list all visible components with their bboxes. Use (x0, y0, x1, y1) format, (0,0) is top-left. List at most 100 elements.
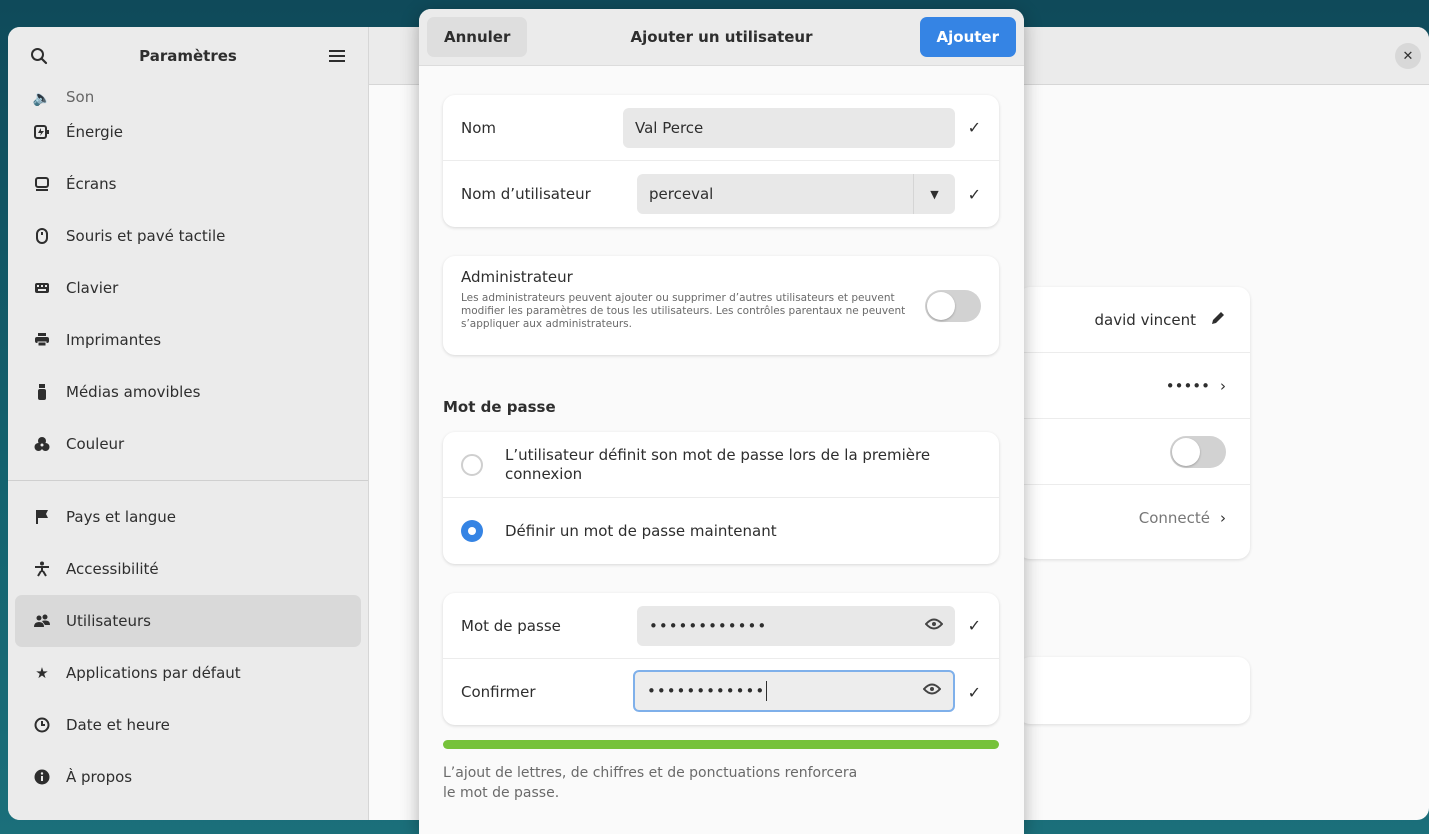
confirm-label: Confirmer (461, 683, 536, 701)
sidebar-item-label: Accessibilité (66, 560, 159, 578)
sidebar-header: Paramètres (8, 27, 368, 85)
sidebar-item-removable-media[interactable]: Médias amovibles (15, 366, 361, 418)
admin-description: Les administrateurs peuvent ajouter ou s… (461, 292, 906, 330)
checkmark-icon: ✓ (967, 616, 981, 635)
sidebar-item-label: Son (66, 88, 95, 106)
name-field[interactable]: Val Perce (623, 108, 955, 148)
sidebar-item-keyboard[interactable]: Clavier (15, 262, 361, 314)
add-button[interactable]: Ajouter (919, 17, 1016, 57)
speaker-icon: 🔈 (32, 89, 52, 106)
sidebar-separator (8, 480, 368, 481)
checkmark-icon: ✓ (967, 682, 981, 702)
battery-icon (34, 124, 50, 140)
search-icon[interactable] (26, 43, 52, 69)
sidebar-item-energy[interactable]: Énergie (15, 106, 361, 158)
pencil-icon[interactable] (1210, 310, 1226, 330)
users-icon (34, 613, 50, 629)
confirm-field[interactable]: •••••••••••• (633, 670, 955, 712)
name-label: Nom (461, 118, 497, 137)
user-activity-row[interactable]: Connecté › (1018, 485, 1250, 551)
add-user-dialog: Annuler Ajouter un utilisateur Ajouter N… (419, 9, 1024, 834)
name-row: Nom Val Perce ✓ (443, 95, 999, 161)
option-later-label: L’utilisateur définit son mot de passe l… (505, 445, 931, 483)
option-now-row[interactable]: Définir un mot de passe maintenant (443, 498, 999, 564)
mouse-icon (34, 228, 50, 244)
sidebar-item-printers[interactable]: Imprimantes (15, 314, 361, 366)
sidebar: Paramètres 🔈 Son Énergie Écrans Souris e… (8, 27, 369, 820)
close-button[interactable]: ✕ (1395, 43, 1421, 69)
sidebar-item-label: Date et heure (66, 716, 170, 734)
sidebar-item-label: Souris et pavé tactile (66, 227, 226, 245)
user-status: Connecté (1138, 509, 1210, 527)
text-cursor (766, 681, 768, 701)
password-field[interactable]: •••••••••••• (637, 606, 955, 646)
identity-card: Nom Val Perce ✓ Nom d’utilisateur percev… (443, 95, 999, 227)
radio-later[interactable] (461, 453, 483, 476)
user-details-card: david vincent ••••• › Connecté › (1018, 287, 1250, 559)
chevron-right-icon: › (1220, 509, 1226, 527)
sidebar-item-label: Énergie (66, 123, 124, 141)
password-section-title: Mot de passe (443, 398, 556, 416)
keyboard-icon (34, 280, 50, 296)
radio-now[interactable] (461, 520, 483, 542)
password-row: Mot de passe •••••••••••• ✓ (443, 593, 999, 659)
dropdown-arrow[interactable]: ▼ (913, 174, 955, 214)
display-icon (34, 176, 50, 192)
chevron-down-icon: ▼ (930, 187, 939, 201)
user-autologin-row[interactable] (1018, 419, 1250, 485)
name-value: Val Perce (635, 119, 704, 137)
password-options-card: L’utilisateur définit son mot de passe l… (443, 432, 999, 564)
sidebar-item-label: Écrans (66, 175, 117, 193)
info-icon (34, 769, 50, 785)
eye-icon[interactable] (924, 618, 944, 634)
sidebar-item-label: Utilisateurs (66, 612, 151, 630)
sidebar-item-label: Imprimantes (66, 331, 162, 349)
user-name-row[interactable]: david vincent (1018, 287, 1250, 353)
sidebar-item-label: Pays et langue (66, 508, 177, 526)
sidebar-item-mouse[interactable]: Souris et pavé tactile (15, 210, 361, 262)
username-combo[interactable]: perceval ▼ (637, 174, 955, 214)
close-icon: ✕ (1402, 48, 1414, 64)
sidebar-title: Paramètres (139, 47, 237, 65)
sidebar-item-region-language[interactable]: Pays et langue (15, 491, 361, 543)
sidebar-item-sound[interactable]: 🔈 Son (15, 80, 361, 106)
secondary-card (1018, 657, 1250, 724)
hamburger-menu-icon[interactable] (324, 43, 350, 69)
printer-icon (34, 332, 50, 348)
color-icon (34, 436, 50, 452)
user-name: david vincent (1094, 310, 1196, 329)
sidebar-item-color[interactable]: Couleur (15, 418, 361, 470)
sidebar-item-displays[interactable]: Écrans (15, 158, 361, 210)
cancel-button[interactable]: Annuler (427, 17, 528, 57)
dialog-header: Annuler Ajouter un utilisateur Ajouter (419, 9, 1024, 66)
sidebar-item-accessibility[interactable]: Accessibilité (15, 543, 361, 595)
username-label: Nom d’utilisateur (461, 185, 591, 203)
chevron-right-icon: › (1220, 376, 1226, 395)
username-value: perceval (649, 185, 714, 203)
usb-icon (34, 384, 50, 400)
password-hint: L’ajout de lettres, de chiffres et de po… (443, 765, 858, 801)
sidebar-item-about[interactable]: À propos (15, 751, 361, 803)
option-later-row[interactable]: L’utilisateur définit son mot de passe l… (443, 432, 999, 498)
sidebar-item-default-apps[interactable]: ★ Applications par défaut (15, 647, 361, 699)
sidebar-item-label: Clavier (66, 279, 119, 297)
eye-icon[interactable] (922, 683, 942, 699)
checkmark-icon: ✓ (967, 184, 981, 204)
option-now-label: Définir un mot de passe maintenant (505, 522, 777, 540)
clock-icon (34, 717, 50, 733)
sidebar-item-label: Médias amovibles (66, 383, 201, 401)
admin-title: Administrateur (461, 268, 573, 286)
sidebar-item-users[interactable]: Utilisateurs (15, 595, 361, 647)
password-label: Mot de passe (461, 616, 561, 635)
confirm-value: •••••••••••• (647, 682, 766, 700)
sidebar-item-date-time[interactable]: Date et heure (15, 699, 361, 751)
accessibility-icon (34, 561, 50, 577)
user-password-row[interactable]: ••••• › (1018, 353, 1250, 419)
star-icon: ★ (35, 664, 49, 682)
username-row: Nom d’utilisateur perceval ▼ ✓ (443, 161, 999, 227)
confirm-row: Confirmer •••••••••••• ✓ (443, 659, 999, 725)
flag-icon (34, 509, 50, 525)
autologin-toggle[interactable] (1170, 435, 1226, 468)
admin-toggle[interactable] (925, 290, 981, 322)
password-strength-bar (443, 740, 999, 749)
